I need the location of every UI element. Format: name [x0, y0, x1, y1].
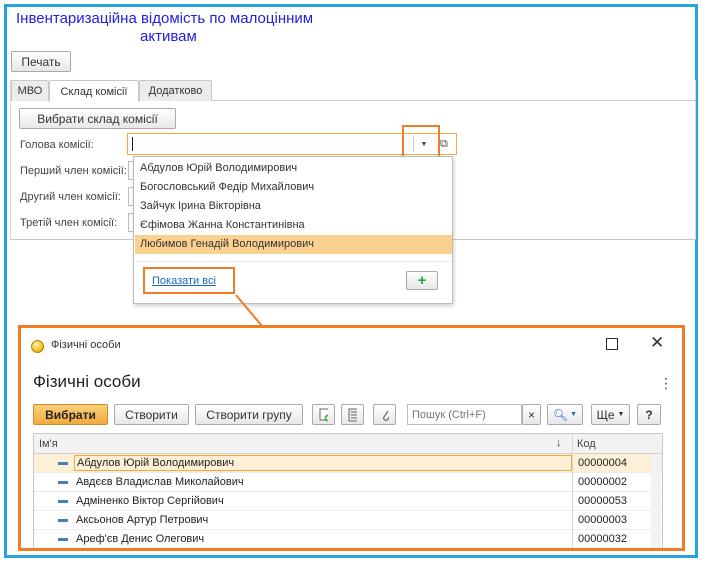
table-row[interactable]: Ареф'єв Денис Олегович 00000032 — [34, 530, 662, 548]
more-button[interactable]: Ще ▼ — [591, 404, 630, 425]
row-code: 00000004 — [578, 457, 627, 469]
dialog-window-title: Фізичні особи — [51, 339, 121, 351]
copy-green-plus-icon — [319, 408, 328, 421]
select-button[interactable]: Вибрати — [33, 404, 108, 425]
page-title-line2: активам — [140, 28, 197, 45]
table-row[interactable]: Аксьонов Артур Петрович 00000003 — [34, 511, 662, 530]
create-group-button[interactable]: Створити групу — [195, 404, 303, 425]
row-name: Аксьонов Артур Петрович — [76, 514, 209, 526]
individuals-dialog: Фізичні особи ✕ Фізичні особи ⋮ Вибрати … — [18, 325, 685, 551]
column-name-header[interactable]: Ім'я — [39, 438, 58, 450]
table-scrollbar[interactable] — [651, 454, 661, 548]
form-right-border — [695, 80, 696, 240]
paperclip-icon — [383, 410, 389, 421]
dialog-heading: Фізичні особи — [33, 372, 141, 391]
create-button[interactable]: Створити — [114, 404, 189, 425]
more-label: Ще — [596, 407, 615, 422]
list-button[interactable] — [341, 404, 364, 425]
member1-label: Перший член комісії: — [20, 165, 127, 177]
member3-label: Третій член комісії: — [20, 217, 118, 229]
tab-commission[interactable]: Склад комісії — [49, 80, 139, 102]
dropdown-item-selected[interactable]: Любимов Генадій Володимирович — [135, 235, 452, 254]
copy-button[interactable] — [312, 404, 335, 425]
list-icon — [348, 408, 357, 421]
tab-additional[interactable]: Додатково — [139, 80, 212, 101]
dropdown-item[interactable]: Абдулов Юрій Володимирович — [135, 159, 452, 178]
row-name: Ареф'єв Денис Олегович — [76, 533, 205, 545]
dropdown-item[interactable]: Зайчук Ірина Вікторівна — [135, 197, 452, 216]
attach-button[interactable] — [373, 404, 396, 425]
plus-icon: + — [417, 272, 427, 289]
row-name: Абдулов Юрій Володимирович — [74, 455, 572, 471]
column-code-header[interactable]: Код — [577, 438, 596, 450]
row-name: Адміненко Віктор Сергійович — [76, 495, 224, 507]
search-input[interactable] — [407, 404, 522, 425]
row-code: 00000003 — [578, 514, 627, 526]
row-code: 00000053 — [578, 495, 627, 507]
tab-mvo[interactable]: МВО — [11, 80, 49, 101]
chairman-label: Голова комісії: — [20, 139, 94, 151]
page-title-line1: Інвентаризаційна відомість по малоцінним — [16, 10, 314, 27]
item-icon — [58, 481, 68, 484]
row-code: 00000002 — [578, 476, 627, 488]
add-button[interactable]: + — [406, 271, 438, 290]
row-code: 00000032 — [578, 533, 627, 545]
show-all-highlight — [143, 267, 235, 294]
chevron-down-icon: ▼ — [617, 411, 625, 418]
dropdown-item[interactable]: Єфімова Жанна Константинівна — [135, 216, 452, 235]
chevron-down-icon: ▼ — [570, 411, 578, 418]
search-icon: 🔍︎ — [552, 407, 569, 422]
item-icon — [58, 519, 68, 522]
table-row[interactable]: Адміненко Віктор Сергійович 00000053 — [34, 492, 662, 511]
clear-search-button[interactable]: × — [522, 404, 541, 425]
open-window-icon[interactable]: ⧉ — [440, 139, 451, 150]
column-divider — [572, 434, 573, 548]
dropdown-divider — [135, 261, 452, 262]
table-row[interactable]: Авдєєв Владислав Миколайович 00000002 — [34, 473, 662, 492]
item-icon — [58, 462, 68, 465]
text-caret — [132, 137, 133, 151]
table-row[interactable]: Абдулов Юрій Володимирович 00000004 — [34, 454, 662, 473]
individuals-table: Ім'я ↓ Код Абдулов Юрій Володимирович 00… — [33, 433, 663, 548]
row-name: Авдєєв Владислав Миколайович — [76, 476, 244, 488]
close-icon[interactable]: ✕ — [650, 334, 664, 351]
select-commission-button[interactable]: Вибрати склад комісії — [19, 108, 176, 129]
app-icon — [31, 340, 44, 353]
table-header: Ім'я ↓ Код — [34, 434, 662, 454]
help-button[interactable]: ? — [637, 404, 661, 425]
sort-down-icon: ↓ — [556, 437, 562, 449]
item-icon — [58, 538, 68, 541]
more-vertical-icon[interactable]: ⋮ — [659, 376, 673, 390]
page-title: Інвентаризаційна відомість по малоцінним… — [16, 10, 346, 46]
member2-label: Другий член комісії: — [20, 191, 121, 203]
dropdown-item[interactable]: Богословський Федір Михайлович — [135, 178, 452, 197]
form-left-border — [10, 80, 11, 240]
item-icon — [58, 500, 68, 503]
search-button[interactable]: 🔍︎ ▼ — [547, 404, 583, 425]
maximize-icon[interactable] — [606, 338, 618, 350]
print-button[interactable]: Печать — [11, 51, 71, 72]
